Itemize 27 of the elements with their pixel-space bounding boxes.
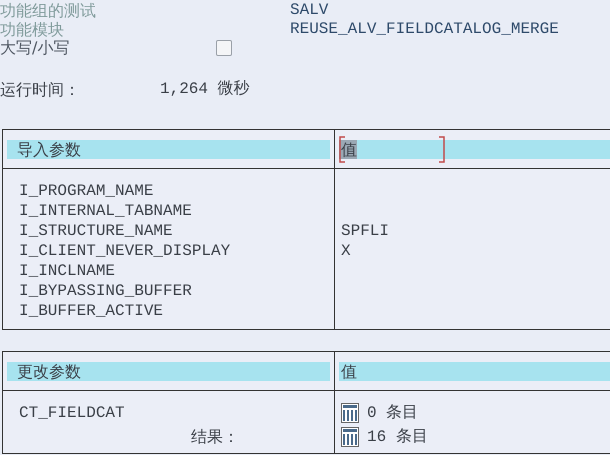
column-header-label: 值 [340,362,357,380]
parameter-name: I_INCLNAME [19,261,116,281]
parameter-name: CT_FIELDCAT [19,403,126,424]
parameter-name: I_BUFFER_ACTIVE [19,301,164,321]
field-value: REUSE_ALV_FIELDCATALOG_MERGE [290,20,559,39]
parameter-value: X [341,241,352,261]
runtime-label: 运行时间： [0,80,80,99]
parameter-name: I_INTERNAL_TABNAME [19,201,193,221]
result-label: 结果： [190,426,240,448]
column-header-label: 导入参数 [16,140,81,158]
runtime-value: 1,264 微秒 [160,80,250,99]
field-value: SALV [290,1,328,20]
parameter-value: SPFLI [341,221,390,241]
table-icon[interactable] [341,403,359,423]
checkbox[interactable] [216,40,232,56]
table-icon[interactable] [341,427,359,447]
column-header-label: 值 [339,140,357,158]
parameter-name: I_STRUCTURE_NAME [19,221,174,241]
entry-count: 16 条目 [367,427,428,447]
checkbox-label: 大写/小写 [0,38,70,57]
parameter-name: I_BYPASSING_BUFFER [19,281,193,301]
field-label: 功能组的测试 [0,1,96,20]
field-label: 功能模块 [0,20,64,39]
entry-count: 0 条目 [367,403,418,423]
column-header-label: 更改参数 [16,362,81,380]
parameter-name: I_CLIENT_NEVER_DISPLAY [19,241,232,261]
parameter-name: I_PROGRAM_NAME [19,181,154,201]
